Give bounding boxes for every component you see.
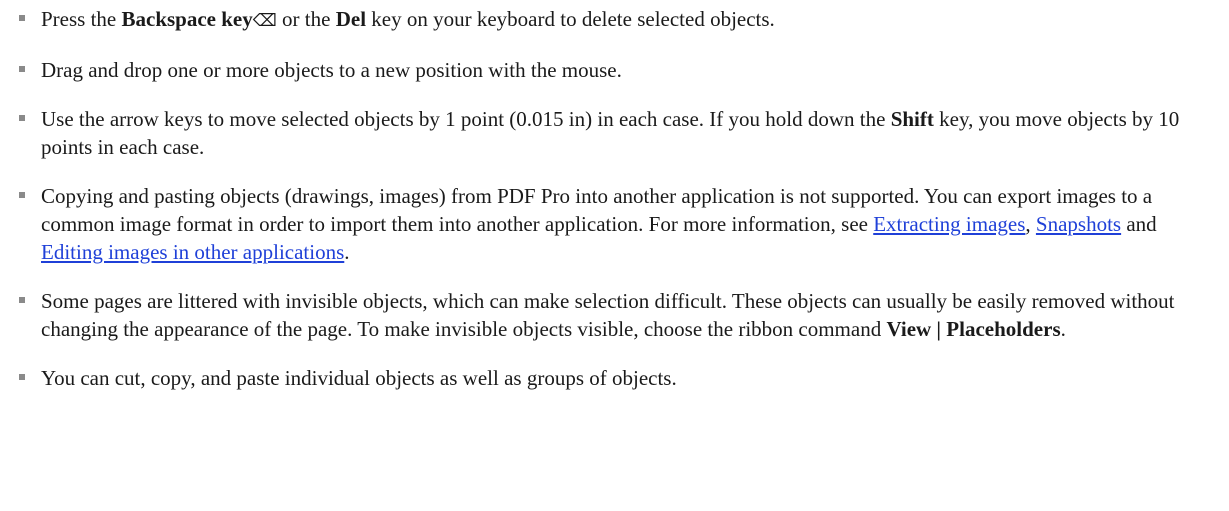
- square-bullet-icon: [19, 192, 25, 198]
- backspace-key-icon: ⌫: [252, 11, 277, 31]
- bullet-list: Press the Backspace key⌫ or the Del key …: [0, 5, 1229, 413]
- list-item-copy-paste: Copying and pasting objects (drawings, i…: [0, 182, 1229, 266]
- shift-key-label: Shift: [890, 107, 934, 131]
- square-bullet-icon: [19, 297, 25, 303]
- list-item-drag-drop: Drag and drop one or more objects to a n…: [0, 56, 1229, 84]
- text: key on your keyboard to delete selected …: [366, 7, 775, 31]
- text: .: [344, 240, 350, 264]
- text: ,: [1025, 212, 1036, 236]
- backspace-key-label: Backspace key: [121, 7, 253, 31]
- square-bullet-icon: [19, 66, 25, 72]
- square-bullet-icon: [19, 115, 25, 121]
- square-bullet-icon: [19, 15, 25, 21]
- text: Press the: [41, 7, 122, 31]
- del-key-label: Del: [335, 7, 367, 31]
- list-item-invisible-objects: Some pages are littered with invisible o…: [0, 287, 1229, 343]
- list-item-cut-copy-paste: You can cut, copy, and paste individual …: [0, 364, 1229, 392]
- text: .: [1060, 317, 1066, 341]
- ribbon-command-label: View | Placeholders: [886, 317, 1061, 341]
- text: and: [1121, 212, 1157, 236]
- link-extracting-images[interactable]: Extracting images: [873, 212, 1025, 236]
- link-editing-images[interactable]: Editing images in other applications: [41, 240, 344, 264]
- text: Use the arrow keys to move selected obje…: [41, 107, 891, 131]
- list-item-delete: Press the Backspace key⌫ or the Del key …: [0, 5, 1229, 35]
- text: Drag and drop one or more objects to a n…: [41, 58, 622, 82]
- square-bullet-icon: [19, 374, 25, 380]
- text: or the: [276, 7, 336, 31]
- link-snapshots[interactable]: Snapshots: [1036, 212, 1121, 236]
- list-item-arrow-keys: Use the arrow keys to move selected obje…: [0, 105, 1229, 161]
- text: You can cut, copy, and paste individual …: [41, 366, 677, 390]
